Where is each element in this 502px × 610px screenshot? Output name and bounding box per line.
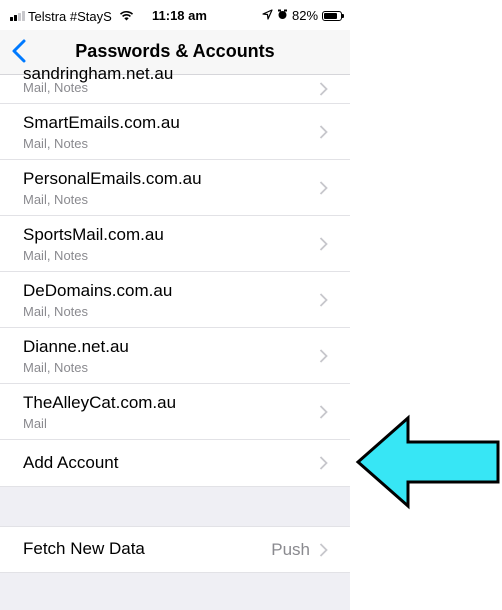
account-services: Mail, Notes bbox=[23, 304, 89, 319]
fetch-mode-value: Push bbox=[271, 540, 310, 559]
carrier-name: Telstra #StayS bbox=[28, 8, 112, 24]
battery-icon bbox=[322, 10, 345, 21]
location-arrow-icon bbox=[262, 8, 273, 23]
grouped-background bbox=[0, 573, 350, 610]
signal-strength-icon bbox=[10, 11, 25, 21]
alarm-icon bbox=[277, 8, 288, 23]
account-name: Dianne.net.au bbox=[23, 337, 129, 356]
account-name: DeDomains.com.au bbox=[23, 281, 173, 300]
status-left: Telstra #StayS bbox=[10, 8, 134, 24]
status-time: 11:18 am bbox=[152, 8, 207, 23]
account-name: SportsMail.com.au bbox=[23, 225, 164, 244]
account-row[interactable]: SportsMail.com.au Mail, Notes bbox=[0, 216, 350, 272]
account-row[interactable]: sandringham.net.au Mail, Notes bbox=[0, 64, 350, 104]
account-name: SmartEmails.com.au bbox=[23, 113, 180, 132]
chevron-right-icon bbox=[319, 542, 328, 557]
chevron-right-icon bbox=[319, 236, 328, 251]
chevron-right-icon bbox=[319, 180, 328, 195]
account-row[interactable]: Dianne.net.au Mail, Notes bbox=[0, 328, 350, 384]
account-name: TheAlleyCat.com.au bbox=[23, 393, 177, 412]
account-row[interactable]: TheAlleyCat.com.au Mail bbox=[0, 384, 350, 440]
account-row[interactable]: PersonalEmails.com.au Mail, Notes bbox=[0, 160, 350, 216]
page-title: Passwords & Accounts bbox=[75, 41, 275, 61]
account-services: Mail bbox=[23, 416, 47, 431]
account-services: Mail, Notes bbox=[23, 80, 89, 95]
wifi-icon bbox=[119, 8, 134, 24]
chevron-right-icon bbox=[319, 292, 328, 307]
left-arrow-annotation-icon bbox=[355, 414, 500, 510]
add-account-row[interactable]: Add Account bbox=[0, 440, 350, 487]
account-services: Mail, Notes bbox=[23, 360, 89, 375]
add-account-label: Add Account bbox=[23, 453, 119, 472]
section-separator bbox=[0, 487, 350, 527]
chevron-right-icon bbox=[319, 348, 328, 363]
status-right: 82% bbox=[262, 8, 345, 23]
account-services: Mail, Notes bbox=[23, 136, 89, 151]
account-services: Mail, Notes bbox=[23, 192, 89, 207]
chevron-right-icon bbox=[319, 404, 328, 419]
chevron-right-icon bbox=[319, 124, 328, 139]
battery-percent: 82% bbox=[292, 8, 319, 23]
account-row[interactable]: SmartEmails.com.au Mail, Notes bbox=[0, 104, 350, 160]
account-name: PersonalEmails.com.au bbox=[23, 169, 202, 188]
phone-screen: Telstra #StayS 11:18 am 82% Passwords & … bbox=[0, 0, 350, 610]
fetch-new-data-label: Fetch New Data bbox=[23, 539, 145, 558]
accounts-list: sandringham.net.au Mail, Notes SmartEmai… bbox=[0, 64, 350, 610]
fetch-new-data-row[interactable]: Fetch New Data Push bbox=[0, 527, 350, 573]
chevron-right-icon bbox=[319, 82, 328, 96]
account-services: Mail, Notes bbox=[23, 248, 89, 263]
account-row[interactable]: DeDomains.com.au Mail, Notes bbox=[0, 272, 350, 328]
chevron-right-icon bbox=[319, 456, 328, 470]
status-bar: Telstra #StayS 11:18 am 82% bbox=[0, 0, 350, 30]
